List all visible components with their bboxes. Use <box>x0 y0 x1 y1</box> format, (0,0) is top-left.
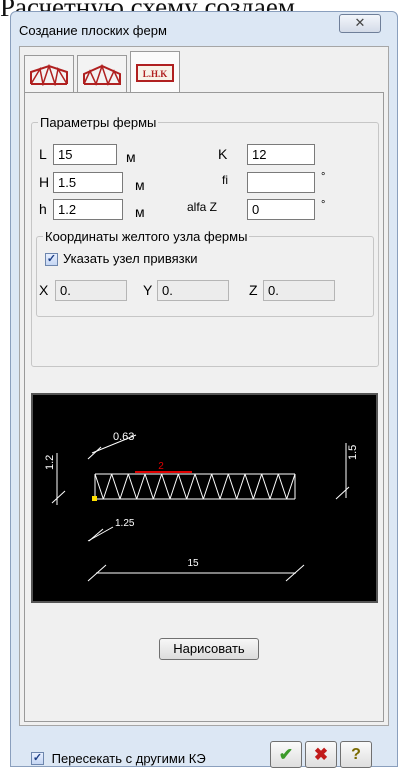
label-fi: fi <box>222 173 228 187</box>
dim-total-label: 15 <box>187 558 199 569</box>
unit-L: м <box>126 149 136 165</box>
dim-left-tick <box>51 490 66 504</box>
truss-diagonal <box>169 473 179 500</box>
unit-alfaZ: ° <box>321 199 326 211</box>
truss-diagonal <box>119 473 129 500</box>
truss-diagonal <box>152 473 163 500</box>
input-H[interactable] <box>53 172 123 193</box>
label-H: H <box>39 174 50 190</box>
title-bar: Создание плоских ферм ✕ <box>11 12 397 46</box>
anchor-node-checkbox[interactable]: ✓ <box>45 253 58 266</box>
label-Z: Z <box>249 282 258 298</box>
dim-right-tick <box>335 486 350 500</box>
label-alfaZ: alfa Z <box>187 200 218 214</box>
truss-diagonal <box>127 473 138 500</box>
close-button[interactable]: ✕ <box>339 14 381 33</box>
tab-truss-type-1[interactable] <box>24 55 74 93</box>
truss-diagonal <box>111 473 121 500</box>
label-X: X <box>39 282 49 298</box>
intersect-option: ✓ Пересекать с другими КЭ <box>31 750 206 766</box>
truss-diagonal <box>94 473 104 500</box>
draw-button[interactable]: Нарисовать <box>159 638 259 660</box>
truss-diagonal <box>219 473 229 500</box>
truss-diagonal <box>177 473 188 500</box>
anchor-node-label: Указать узел привязки <box>63 251 198 266</box>
tab-panel-lhk: Параметры фермы L м H м h м K fi ° alfa … <box>24 92 384 722</box>
input-K[interactable] <box>247 144 315 165</box>
input-h[interactable] <box>53 199 123 220</box>
cross-icon: ✖ <box>313 744 329 764</box>
input-alfaZ[interactable] <box>247 199 315 220</box>
coord-z-field: 0. <box>263 280 335 301</box>
dim-small-tick <box>88 528 104 542</box>
intersect-label: Пересекать с другими КЭ <box>51 751 206 767</box>
unit-h: м <box>135 204 145 220</box>
help-button[interactable]: ? <box>340 741 372 768</box>
truss-diagonal <box>186 473 196 500</box>
dim-right-label: 1.5 <box>347 445 359 460</box>
checkmark-icon: ✔ <box>278 744 294 764</box>
dim-left-label: 1.2 <box>44 455 56 470</box>
input-L[interactable] <box>53 144 117 165</box>
truss-diagonal <box>244 473 254 500</box>
truss-diagonal <box>286 473 296 500</box>
truss-diagonal <box>236 473 246 500</box>
label-K: K <box>218 146 228 162</box>
cancel-button[interactable]: ✖ <box>305 741 337 768</box>
window-title: Создание плоских ферм <box>19 23 167 38</box>
truss-pratt-icon <box>83 63 121 86</box>
truss-diagonal <box>144 473 154 500</box>
truss-preview: 2 0.63 1.2 1.5 1.25 15 <box>31 393 378 603</box>
truss-diagonal <box>202 473 213 500</box>
ok-button[interactable]: ✔ <box>270 741 302 768</box>
truss-diagonal <box>136 473 146 500</box>
help-icon: ? <box>351 745 361 763</box>
truss-diagonal <box>269 473 279 500</box>
checkmark-icon: ✓ <box>32 752 43 765</box>
truss-preview-canvas: 2 0.63 1.2 1.5 1.25 15 <box>44 431 359 582</box>
truss-diagonal <box>194 473 204 500</box>
truss-diagonal <box>227 473 238 500</box>
coords-group: Координаты желтого узла фермы <box>36 229 374 317</box>
coord-x-field: 0. <box>55 280 127 301</box>
intersect-checkbox[interactable]: ✓ <box>31 752 44 766</box>
truss-diagonal <box>261 473 271 500</box>
label-Y: Y <box>143 282 153 298</box>
anchor-node-marker <box>92 496 97 501</box>
truss-diagonal <box>161 473 171 500</box>
dim-span-label: 2 <box>158 461 164 472</box>
dim-top-tick <box>87 446 102 460</box>
unit-H: м <box>135 177 145 193</box>
truss-diagonal <box>102 473 113 500</box>
dim-small-label: 1.25 <box>115 518 135 529</box>
input-fi[interactable] <box>247 172 315 193</box>
label-h: h <box>39 201 47 217</box>
coords-legend: Координаты желтого узла фермы <box>45 229 248 244</box>
truss-warren-icon <box>30 63 68 86</box>
truss-diagram <box>94 473 296 500</box>
dim-top-label: 0.63 <box>113 431 134 443</box>
lhk-icon: L.H.K <box>136 63 174 82</box>
truss-diagonal <box>277 473 288 500</box>
dialog-client: L.H.K Параметры фермы L м H м h м K fi °… <box>19 46 389 726</box>
truss-params-legend: Параметры фермы <box>40 115 157 130</box>
truss-diagonal <box>211 473 221 500</box>
coord-y-field: 0. <box>157 280 229 301</box>
checkmark-icon: ✓ <box>46 253 57 265</box>
truss-diagonal <box>252 473 263 500</box>
lhk-icon-label: L.H.K <box>143 69 168 79</box>
close-icon: ✕ <box>354 15 366 30</box>
dialog-window: Создание плоских ферм ✕ L.H.K Параметры … <box>10 11 398 768</box>
unit-fi: ° <box>321 171 326 183</box>
tab-truss-type-2[interactable] <box>77 55 127 93</box>
label-L: L <box>39 146 47 162</box>
tab-lhk[interactable]: L.H.K <box>130 51 180 93</box>
